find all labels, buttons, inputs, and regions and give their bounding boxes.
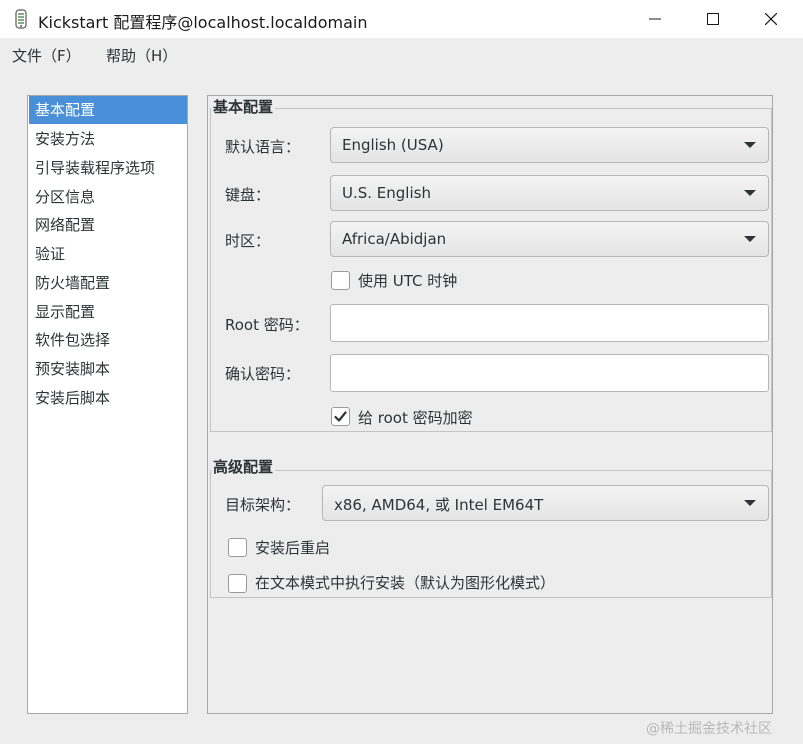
minimize-button[interactable] bbox=[626, 0, 684, 38]
sidebar-item-firewall[interactable]: 防火墙配置 bbox=[29, 269, 187, 297]
language-combo[interactable]: English (USA) bbox=[330, 127, 769, 163]
sidebar-item-post-script[interactable]: 安装后脚本 bbox=[29, 384, 187, 412]
maximize-button[interactable] bbox=[684, 0, 742, 38]
sidebar-item-basic-config[interactable]: 基本配置 bbox=[29, 96, 187, 124]
timezone-label: 时区： bbox=[225, 232, 271, 250]
language-value: English (USA) bbox=[342, 136, 444, 154]
close-icon bbox=[765, 13, 777, 25]
chevron-down-icon bbox=[744, 142, 756, 148]
reboot-after-install-checkbox[interactable] bbox=[228, 538, 247, 557]
sidebar-item-bootloader[interactable]: 引导装载程序选项 bbox=[29, 154, 187, 182]
window-title: Kickstart 配置程序@localhost.localdomain bbox=[38, 13, 368, 32]
language-label: 默认语言： bbox=[225, 138, 301, 156]
reboot-after-install-label: 安装后重启 bbox=[255, 539, 331, 557]
title-bar: Kickstart 配置程序@localhost.localdomain bbox=[0, 0, 803, 38]
text-mode-install-label: 在文本模式中执行安装（默认为图形化模式） bbox=[255, 574, 556, 592]
chevron-down-icon bbox=[744, 190, 756, 196]
timezone-combo[interactable]: Africa/Abidjan bbox=[330, 221, 769, 257]
menu-bar: 文件（F） 帮助（H） bbox=[0, 38, 803, 71]
root-password-input[interactable] bbox=[330, 304, 769, 342]
checkmark-icon bbox=[334, 411, 347, 422]
sidebar-item-network[interactable]: 网络配置 bbox=[29, 211, 187, 239]
timezone-value: Africa/Abidjan bbox=[342, 230, 447, 248]
sidebar-item-pre-script[interactable]: 预安装脚本 bbox=[29, 355, 187, 383]
sidebar-item-install-method[interactable]: 安装方法 bbox=[29, 125, 187, 153]
basic-config-title: 基本配置 bbox=[211, 96, 276, 117]
confirm-password-label: 确认密码： bbox=[225, 365, 301, 383]
sidebar-item-partition[interactable]: 分区信息 bbox=[29, 183, 187, 211]
encrypt-root-password-checkbox[interactable] bbox=[331, 407, 350, 426]
minimize-icon bbox=[649, 18, 661, 20]
keyboard-label: 键盘： bbox=[225, 186, 271, 204]
keyboard-value: U.S. English bbox=[342, 184, 431, 202]
kickstart-app-icon bbox=[15, 9, 27, 29]
sidebar-item-packages[interactable]: 软件包选择 bbox=[29, 326, 187, 354]
root-password-label: Root 密码： bbox=[225, 316, 309, 334]
utc-clock-label: 使用 UTC 时钟 bbox=[358, 272, 458, 290]
target-arch-label: 目标架构： bbox=[225, 496, 301, 514]
watermark: @稀土掘金技术社区 bbox=[646, 721, 772, 737]
close-button[interactable] bbox=[742, 0, 800, 38]
menu-file[interactable]: 文件（F） bbox=[12, 45, 81, 66]
utc-clock-checkbox[interactable] bbox=[331, 271, 350, 290]
section-list: 基本配置 安装方法 引导装载程序选项 分区信息 网络配置 验证 防火墙配置 显示… bbox=[27, 95, 188, 714]
menu-help[interactable]: 帮助（H） bbox=[106, 45, 177, 66]
target-arch-value: x86, AMD64, 或 Intel EM64T bbox=[334, 496, 544, 514]
text-mode-install-checkbox[interactable] bbox=[228, 574, 247, 593]
confirm-password-input[interactable] bbox=[330, 354, 769, 392]
advanced-config-title: 高级配置 bbox=[211, 456, 276, 477]
keyboard-combo[interactable]: U.S. English bbox=[330, 175, 769, 211]
chevron-down-icon bbox=[744, 500, 756, 506]
chevron-down-icon bbox=[744, 236, 756, 242]
kickstart-window: Kickstart 配置程序@localhost.localdomain 文件（… bbox=[0, 0, 803, 744]
target-arch-combo[interactable]: x86, AMD64, 或 Intel EM64T bbox=[322, 485, 769, 521]
encrypt-root-password-label: 给 root 密码加密 bbox=[358, 409, 473, 427]
maximize-icon bbox=[707, 13, 719, 25]
sidebar-item-display[interactable]: 显示配置 bbox=[29, 298, 187, 326]
sidebar-item-auth[interactable]: 验证 bbox=[29, 240, 187, 268]
